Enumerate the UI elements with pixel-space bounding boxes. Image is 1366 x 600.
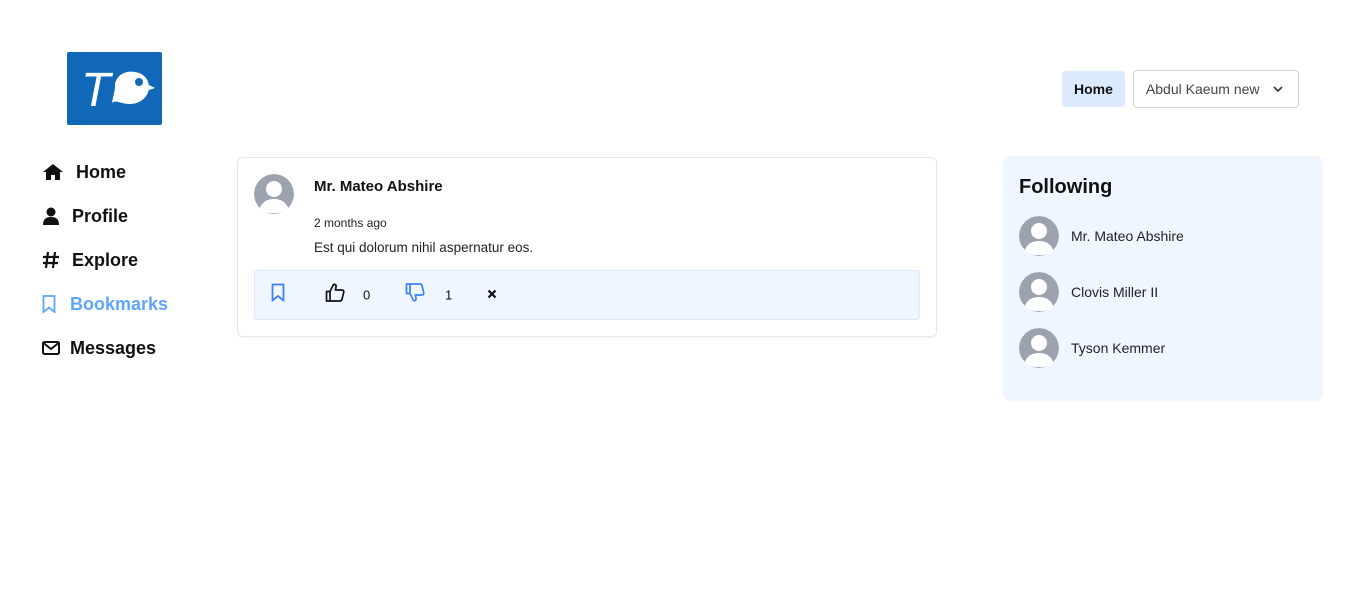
- post-body: Est qui dolorum nihil aspernatur eos.: [314, 240, 534, 255]
- top-nav: Home Abdul Kaeum new: [1062, 70, 1299, 108]
- like-count: 0: [363, 287, 371, 303]
- envelope-icon: [42, 338, 60, 358]
- avatar: [1019, 216, 1059, 256]
- following-user[interactable]: Tyson Kemmer: [1019, 328, 1165, 368]
- dislike-count: 1: [445, 287, 453, 303]
- following-user-name: Clovis Miller II: [1071, 284, 1159, 300]
- following-user[interactable]: Clovis Miller II: [1019, 272, 1158, 312]
- default-avatar-icon: [1019, 328, 1059, 368]
- user-name: Abdul Kaeum new: [1145, 81, 1260, 97]
- sidebar-item-home[interactable]: Home: [42, 150, 168, 194]
- following-user-name: Tyson Kemmer: [1071, 340, 1166, 356]
- sidebar-item-bookmarks[interactable]: Bookmarks: [42, 282, 168, 326]
- avatar[interactable]: [254, 174, 294, 214]
- default-avatar-icon: [1019, 272, 1059, 312]
- following-user-name: Mr. Mateo Abshire: [1071, 228, 1184, 244]
- following-title: Following: [1019, 176, 1113, 198]
- sidebar-item-label: Bookmarks: [70, 293, 169, 314]
- avatar: [1019, 328, 1059, 368]
- sidebar-nav: Home Profile Explore Bookmarks Messages: [42, 150, 168, 370]
- bookmark-button[interactable]: [271, 283, 285, 307]
- following-user[interactable]: Mr. Mateo Abshire: [1019, 216, 1184, 256]
- thumbs-down-icon: [405, 283, 425, 302]
- bookmark-icon: [271, 283, 285, 303]
- thumbs-up-icon: [325, 283, 345, 302]
- home-icon: [42, 162, 64, 182]
- sidebar-item-label: Messages: [70, 337, 157, 358]
- dislike-button[interactable]: [405, 283, 425, 308]
- hashtag-icon: [42, 250, 60, 270]
- post-action-bar: 0 1: [254, 270, 920, 320]
- like-button[interactable]: [325, 283, 345, 308]
- default-avatar-icon: [1019, 216, 1059, 256]
- following-panel: Following Mr. Mateo Abshire Clovis Mille…: [1003, 156, 1323, 401]
- bookmark-icon: [42, 294, 56, 314]
- sidebar-item-messages[interactable]: Messages: [42, 326, 168, 370]
- remove-bookmark-button[interactable]: [487, 286, 497, 304]
- top-home-button[interactable]: Home: [1062, 71, 1125, 107]
- user-icon: [42, 206, 60, 226]
- sidebar-item-explore[interactable]: Explore: [42, 238, 168, 282]
- avatar: [1019, 272, 1059, 312]
- sidebar-item-profile[interactable]: Profile: [42, 194, 168, 238]
- chevron-down-icon: [1273, 86, 1283, 93]
- user-dropdown[interactable]: Abdul Kaeum new: [1132, 70, 1299, 108]
- default-avatar-icon: [254, 174, 294, 214]
- bird-logo-icon: T: [81, 64, 155, 117]
- post-timestamp: 2 months ago: [314, 216, 387, 230]
- sidebar-item-label: Explore: [72, 249, 139, 270]
- sidebar-item-label: Home: [76, 161, 127, 182]
- app-logo[interactable]: T: [67, 52, 162, 125]
- svg-text:T: T: [81, 64, 114, 117]
- sidebar-item-label: Profile: [72, 205, 129, 226]
- close-icon: [487, 289, 497, 299]
- post-card: Mr. Mateo Abshire 2 months ago Est qui d…: [237, 157, 937, 337]
- post-author[interactable]: Mr. Mateo Abshire: [314, 178, 443, 195]
